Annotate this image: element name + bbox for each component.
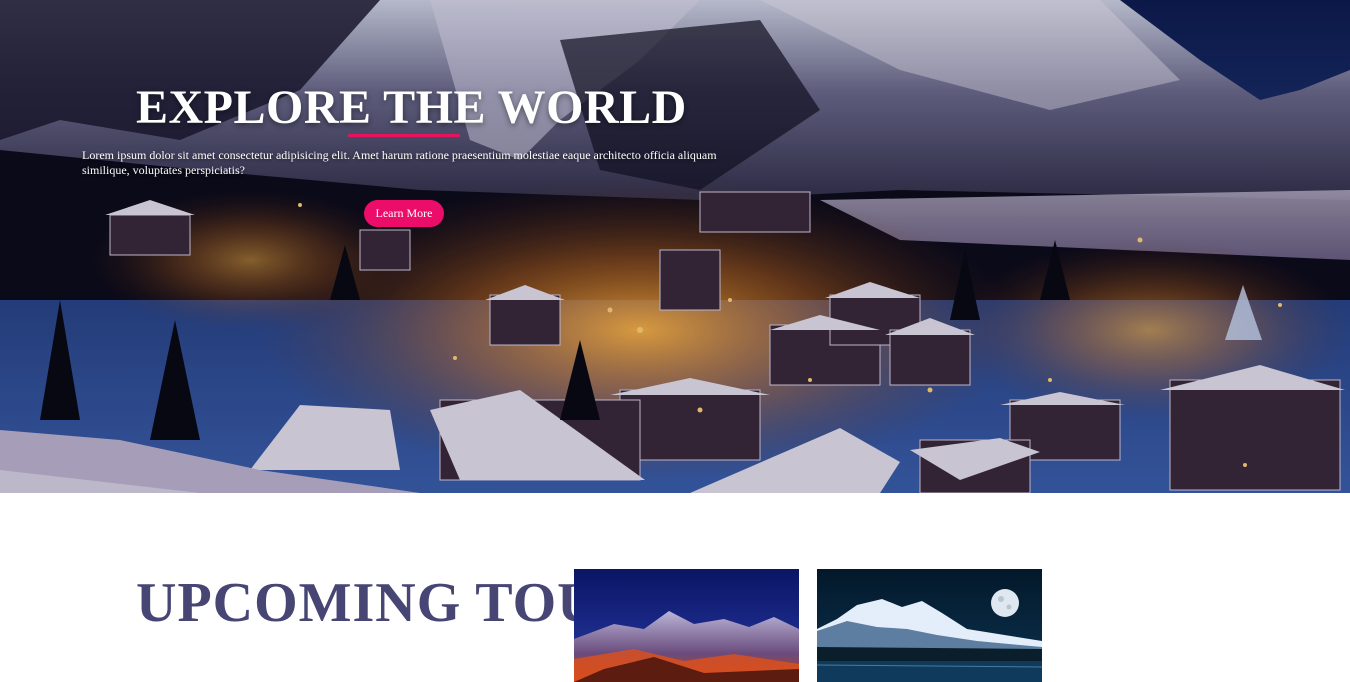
hero-background-image [0,0,1350,493]
tour-image-red-mountain [574,569,799,682]
tour-card-moon-lake[interactable] [817,569,1042,682]
hero-section: EXPLORE THE WORLD Lorem ipsum dolor sit … [0,0,1350,493]
tour-image-moon-lake [817,569,1042,682]
hero-title-underline [348,134,460,137]
tour-card-red-mountain[interactable] [574,569,799,682]
learn-more-button[interactable]: Learn More [364,200,444,227]
hero-description: Lorem ipsum dolor sit amet consectetur a… [82,148,717,177]
hero-title: EXPLORE THE WORLD [136,81,687,134]
